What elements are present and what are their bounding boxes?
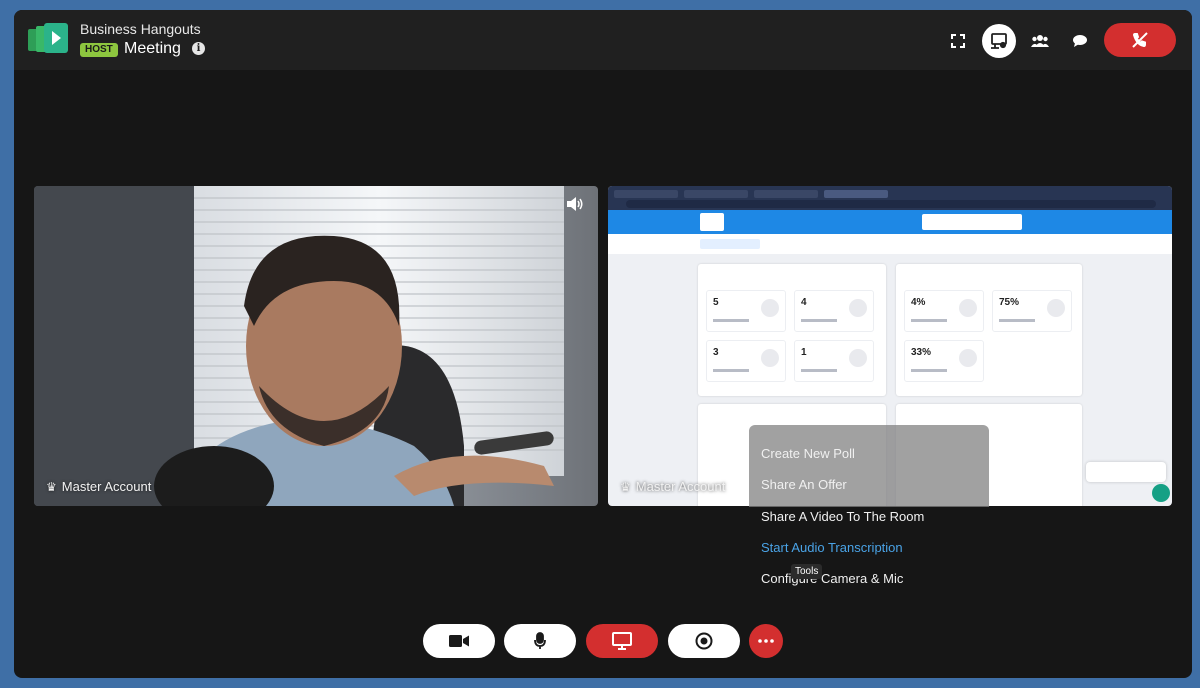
- screen-share-icon: [991, 33, 1007, 49]
- leave-call-button[interactable]: [1104, 23, 1176, 57]
- camera-button[interactable]: [423, 624, 495, 658]
- participants-icon: [1031, 35, 1049, 47]
- menu-item-share-video[interactable]: Share A Video To The Room: [761, 509, 924, 524]
- top-bar: Business Hangouts HOST Meeting i: [14, 10, 1192, 70]
- browser-url-bar: [626, 200, 1156, 208]
- meeting-window: Business Hangouts HOST Meeting i ♛ Maste…: [14, 10, 1192, 678]
- shared-app-nav: [608, 210, 1172, 234]
- menu-item-configure-camera-mic[interactable]: Configure Camera & Mic: [761, 571, 903, 586]
- speaker-icon[interactable]: [566, 196, 584, 212]
- crown-icon: ♛: [620, 479, 631, 494]
- shared-chat-launcher: [1152, 484, 1170, 502]
- event-stats-card: 5 4 3 1: [698, 264, 886, 396]
- participant-name-label: ♛ Master Account: [620, 479, 725, 494]
- shared-chat-bubble: [1086, 462, 1166, 482]
- app-name: Business Hangouts: [80, 21, 201, 37]
- fullscreen-button[interactable]: [941, 24, 975, 58]
- menu-item-create-poll[interactable]: Create New Poll: [761, 446, 855, 461]
- meeting-title: Meeting: [124, 40, 181, 57]
- participants-button[interactable]: [1023, 24, 1057, 58]
- crown-icon: ♛: [46, 479, 57, 494]
- tools-menu: [749, 425, 989, 507]
- screen-share-toggle-button[interactable]: [982, 24, 1016, 58]
- participant-video-tile[interactable]: ♛ Master Account: [34, 186, 598, 506]
- more-icon: [758, 639, 774, 643]
- participant-name: Master Account: [635, 479, 726, 494]
- leave-call-icon: [1132, 32, 1148, 48]
- fullscreen-icon: [951, 34, 965, 48]
- browser-tab: [824, 190, 888, 198]
- shared-app-subnav: [608, 234, 1172, 254]
- chat-button[interactable]: [1063, 24, 1097, 58]
- menu-item-start-transcription[interactable]: Start Audio Transcription: [761, 540, 903, 555]
- app-logo: [28, 23, 68, 53]
- microphone-icon: [534, 632, 546, 649]
- share-screen-button[interactable]: [586, 624, 658, 658]
- menu-item-share-offer[interactable]: Share An Offer: [761, 477, 847, 492]
- browser-tab: [754, 190, 818, 198]
- browser-tab: [684, 190, 748, 198]
- screen-share-icon: [612, 632, 632, 650]
- browser-tab: [614, 190, 678, 198]
- record-icon: [695, 632, 713, 650]
- chat-icon: [1073, 35, 1087, 47]
- record-button[interactable]: [668, 624, 740, 658]
- participant-name: Master Account: [61, 479, 152, 494]
- shared-browser-chrome: [608, 186, 1172, 210]
- camera-icon: [449, 635, 469, 647]
- more-tools-button[interactable]: [749, 624, 783, 658]
- microphone-button[interactable]: [504, 624, 576, 658]
- tools-tooltip: Tools: [791, 564, 823, 579]
- event-stats-percent-card: 4% 75% 33%: [896, 264, 1082, 396]
- info-icon[interactable]: i: [192, 42, 205, 55]
- host-badge: HOST: [80, 43, 118, 57]
- participant-name-label: ♛ Master Account: [46, 479, 151, 494]
- participant-video: [34, 186, 598, 506]
